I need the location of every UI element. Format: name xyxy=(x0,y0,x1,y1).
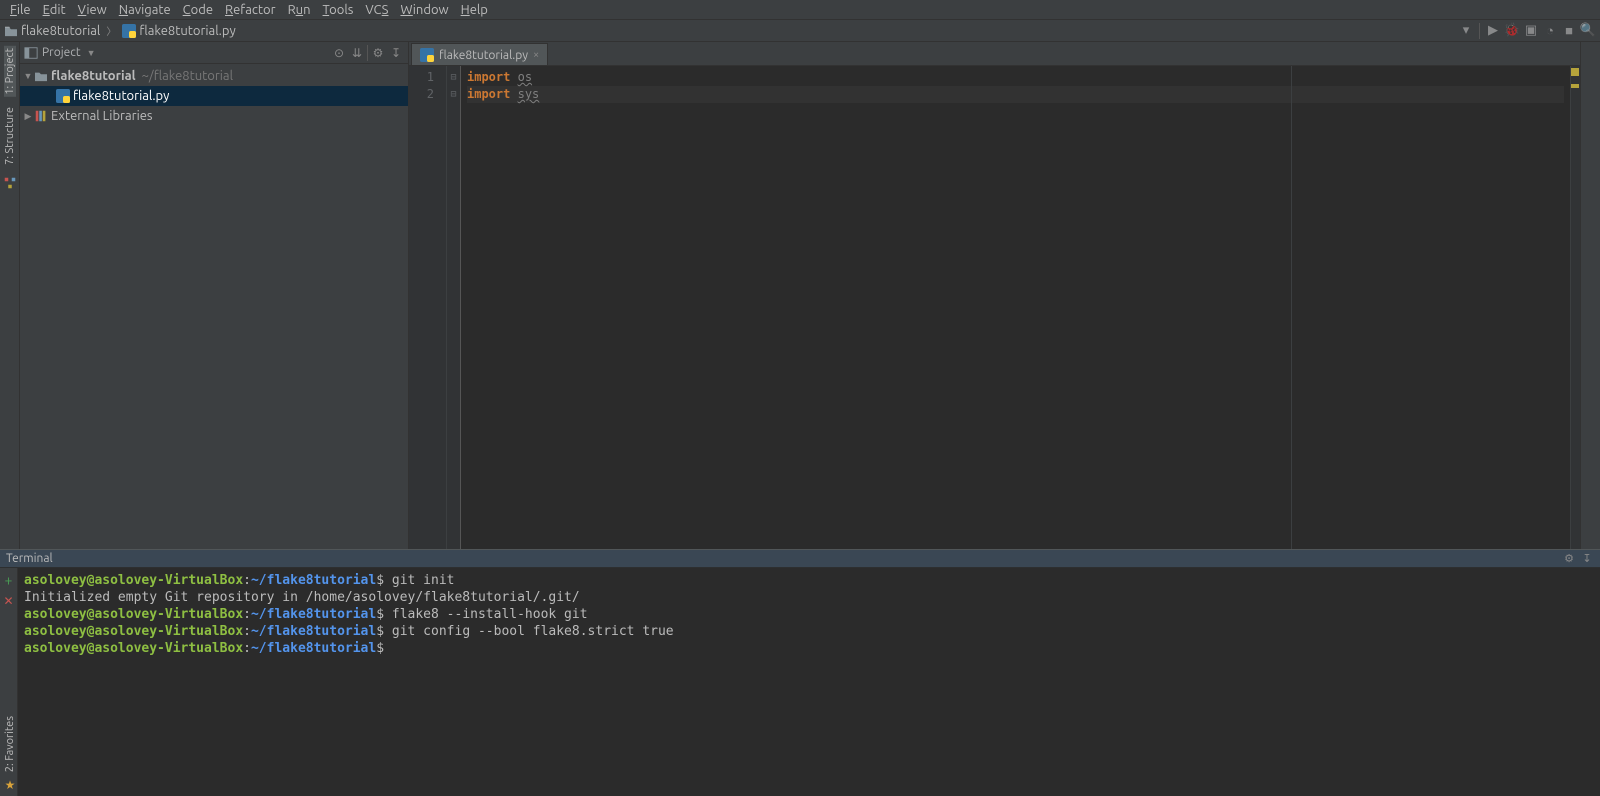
tree-external-libs[interactable]: ▶ External Libraries xyxy=(20,106,408,126)
menu-vcs[interactable]: VCS xyxy=(359,2,394,18)
editor-tab-label: flake8tutorial.py xyxy=(439,49,528,62)
warning-mark-icon[interactable] xyxy=(1571,84,1579,88)
tree-root-label: flake8tutorial xyxy=(51,69,136,83)
bottom-left-tool-strip: 2: Favorites ★ xyxy=(0,714,20,792)
debug-icon[interactable]: 🐞 xyxy=(1504,23,1520,39)
structure-icon[interactable] xyxy=(2,175,18,191)
project-view-icon xyxy=(24,46,38,60)
terminal-settings-icon[interactable]: ⚙ xyxy=(1562,552,1576,566)
menu-file[interactable]: File xyxy=(4,2,37,18)
editor-body[interactable]: 1 2 ⊟ ⊟ import os import sys xyxy=(409,66,1580,549)
side-tab-structure[interactable]: 7: Structure xyxy=(4,105,16,167)
profile-icon[interactable]: ◔ xyxy=(1542,23,1558,39)
search-everywhere-icon[interactable]: 🔍 xyxy=(1580,23,1596,39)
terminal-title: Terminal xyxy=(6,552,53,565)
breadcrumb-file-label: flake8tutorial.py xyxy=(139,24,235,38)
fold-icon[interactable]: ⊟ xyxy=(447,86,460,103)
collapse-all-icon[interactable]: ⇊ xyxy=(349,45,365,61)
terminal-new-tab-icon[interactable]: + xyxy=(5,572,13,588)
side-tab-project[interactable]: 1: Project xyxy=(4,46,16,97)
project-panel-title: Project xyxy=(42,46,81,59)
menu-bar: File Edit View Navigate Code Refactor Ru… xyxy=(0,0,1600,20)
tree-root-path: ~/flake8tutorial xyxy=(142,69,233,83)
terminal-close-tab-icon[interactable]: ✕ xyxy=(3,594,13,608)
favorite-star-icon[interactable]: ★ xyxy=(5,778,16,792)
folder-icon xyxy=(4,25,18,37)
project-tool-window: Project ▼ ⊙ ⇊ ⚙ ↧ ▼ flake8tutorial ~/fla… xyxy=(20,42,409,549)
tab-close-icon[interactable]: × xyxy=(533,49,539,61)
right-tool-strip xyxy=(1580,42,1600,549)
line-number: 2 xyxy=(409,86,434,103)
project-view-dropdown-icon[interactable]: ▼ xyxy=(87,48,96,58)
code-line: import sys xyxy=(467,86,1564,103)
left-tool-strip: 1: Project 7: Structure xyxy=(0,42,20,549)
editor-tab[interactable]: flake8tutorial.py × xyxy=(411,43,548,65)
menu-window[interactable]: Window xyxy=(394,2,454,18)
menu-navigate[interactable]: Navigate xyxy=(113,2,177,18)
code-line: import os xyxy=(467,69,1564,86)
editor-tabs: flake8tutorial.py × xyxy=(409,42,1580,66)
menu-edit[interactable]: Edit xyxy=(37,2,72,18)
python-file-icon xyxy=(122,24,136,38)
run-config-dropdown-icon[interactable]: ▾ xyxy=(1458,23,1474,39)
error-stripe[interactable] xyxy=(1570,66,1580,549)
breadcrumb: flake8tutorial 〉 flake8tutorial.py xyxy=(4,23,236,38)
editor-area: flake8tutorial.py × 1 2 ⊟ ⊟ import os im… xyxy=(409,42,1580,549)
folder-icon xyxy=(34,70,48,82)
fold-gutter[interactable]: ⊟ ⊟ xyxy=(447,66,461,549)
menu-refactor[interactable]: Refactor xyxy=(219,2,282,18)
locate-icon[interactable]: ⊙ xyxy=(331,45,347,61)
breadcrumb-file[interactable]: flake8tutorial.py xyxy=(122,24,235,38)
hide-icon[interactable]: ↧ xyxy=(388,45,404,61)
menu-run[interactable]: Run xyxy=(282,2,317,18)
breadcrumb-project-label: flake8tutorial xyxy=(21,24,100,38)
stop-icon[interactable]: ■ xyxy=(1561,23,1577,39)
expand-arrow-icon[interactable]: ▶ xyxy=(22,111,34,122)
fold-icon[interactable]: ⊟ xyxy=(447,69,460,86)
tree-root[interactable]: ▼ flake8tutorial ~/flake8tutorial xyxy=(20,66,408,86)
side-tab-favorites[interactable]: 2: Favorites xyxy=(4,714,16,774)
inspection-indicator-icon[interactable] xyxy=(1571,68,1579,76)
project-tree[interactable]: ▼ flake8tutorial ~/flake8tutorial flake8… xyxy=(20,64,408,549)
coverage-icon[interactable]: ▣ xyxy=(1523,23,1539,39)
terminal-hide-icon[interactable]: ↧ xyxy=(1580,552,1594,566)
expand-arrow-icon[interactable]: ▼ xyxy=(22,71,34,81)
library-icon xyxy=(34,109,48,123)
code-text-area[interactable]: import os import sys xyxy=(461,66,1570,549)
right-margin-guide xyxy=(1291,66,1292,549)
terminal-panel: Terminal ⚙ ↧ + ✕ asolovey@asolovey-Virtu… xyxy=(0,549,1600,796)
run-icon[interactable]: ▶ xyxy=(1485,23,1501,39)
settings-gear-icon[interactable]: ⚙ xyxy=(370,45,386,61)
chevron-right-icon: 〉 xyxy=(106,23,116,38)
tree-file[interactable]: flake8tutorial.py xyxy=(20,86,408,106)
breadcrumb-project[interactable]: flake8tutorial xyxy=(4,24,100,38)
menu-view[interactable]: View xyxy=(72,2,113,18)
line-number-gutter: 1 2 xyxy=(409,66,447,549)
toolbar-right: ▾ ▶ 🐞 ▣ ◔ ■ 🔍 xyxy=(1458,23,1596,39)
navigation-bar: flake8tutorial 〉 flake8tutorial.py ▾ ▶ 🐞… xyxy=(0,20,1600,42)
terminal-header[interactable]: Terminal ⚙ ↧ xyxy=(0,550,1600,568)
python-file-icon xyxy=(56,89,70,103)
python-file-icon xyxy=(420,48,434,62)
menu-help[interactable]: Help xyxy=(455,2,494,18)
project-panel-header: Project ▼ ⊙ ⇊ ⚙ ↧ xyxy=(20,42,408,64)
tree-libs-label: External Libraries xyxy=(51,109,153,123)
tree-file-label: flake8tutorial.py xyxy=(73,89,169,103)
menu-tools[interactable]: Tools xyxy=(317,2,360,18)
line-number: 1 xyxy=(409,69,434,86)
terminal-content[interactable]: asolovey@asolovey-VirtualBox:~/flake8tut… xyxy=(18,568,1600,796)
menu-code[interactable]: Code xyxy=(177,2,219,18)
